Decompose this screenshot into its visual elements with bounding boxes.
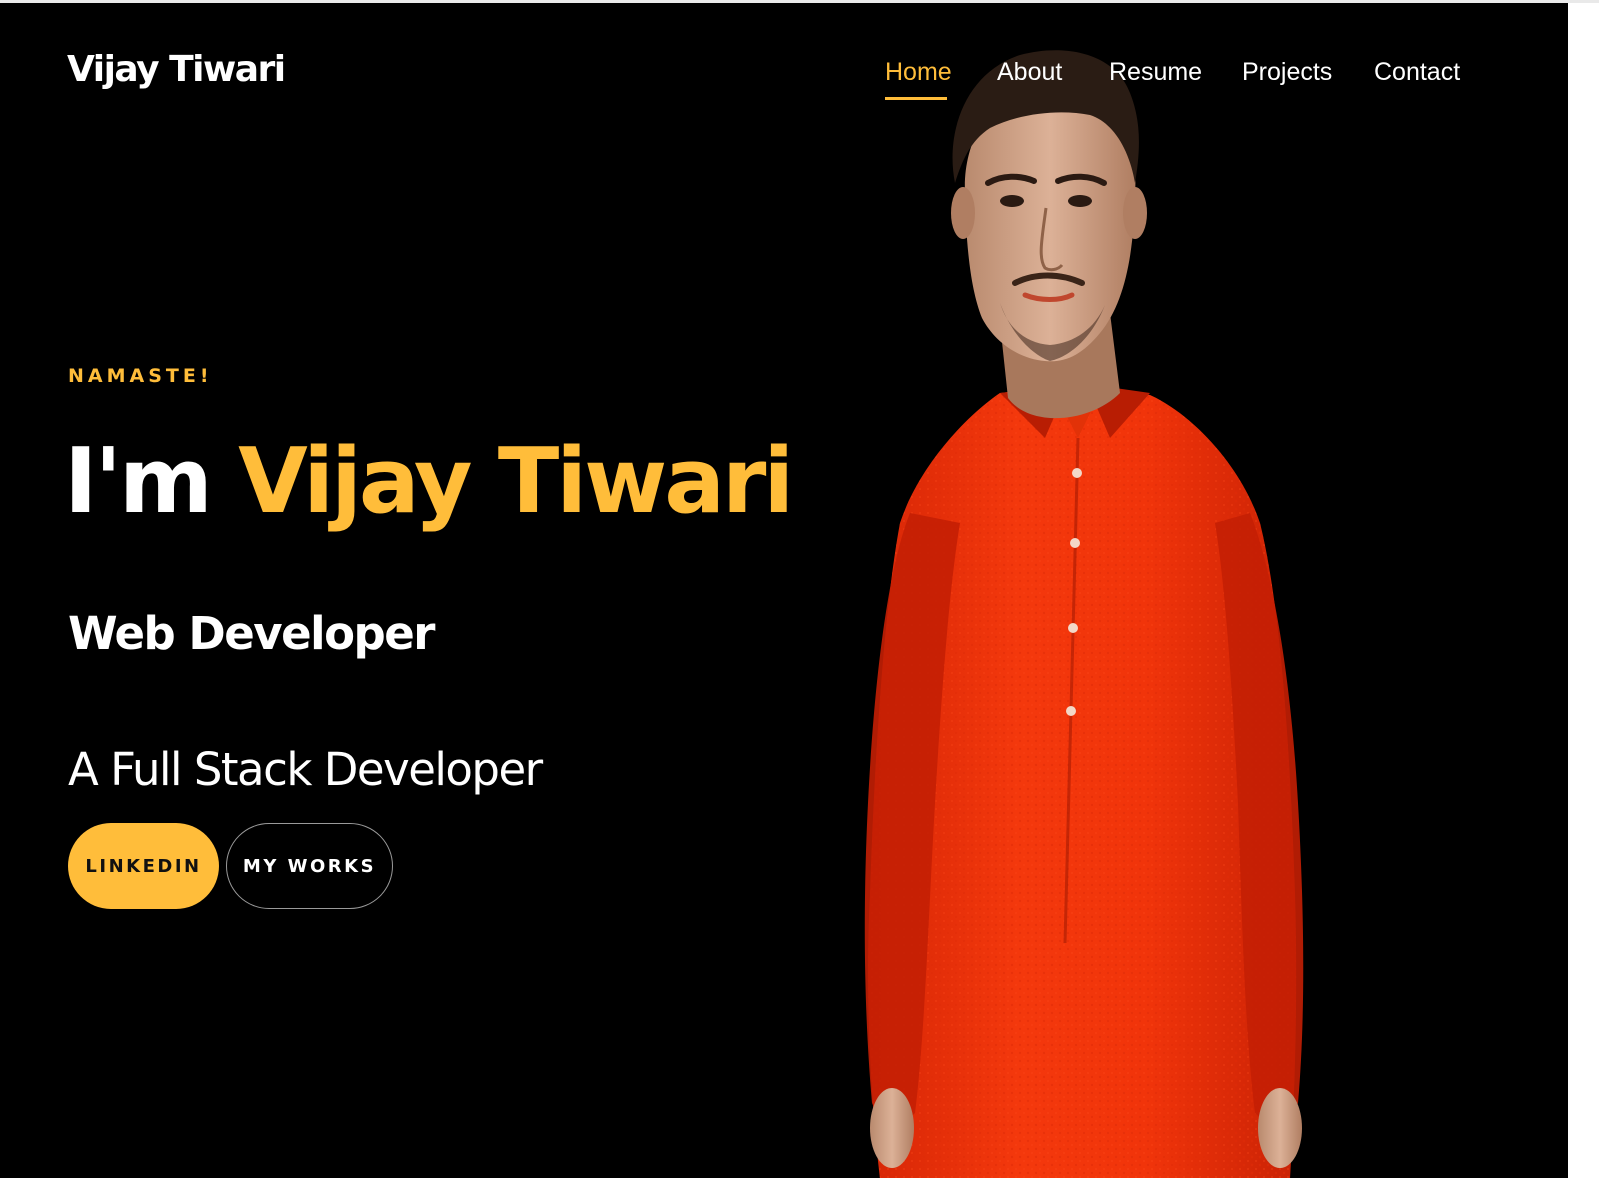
hero-greeting: NAMASTE! (68, 365, 213, 387)
nav-resume[interactable]: Resume (1109, 58, 1202, 87)
my-works-button[interactable]: MY WORKS (226, 823, 393, 909)
hero-tagline: A Full Stack Developer (68, 743, 543, 796)
nav-about[interactable]: About (997, 58, 1062, 87)
nav-home[interactable]: Home (885, 58, 952, 100)
hero-page: Vijay Tiwari Home About Resume Projects … (0, 3, 1568, 1178)
portrait-image (864, 50, 1304, 1178)
viewport-edge-right (1568, 3, 1599, 1200)
headline-prefix: I'm (64, 429, 239, 534)
nav-projects[interactable]: Projects (1242, 58, 1332, 87)
headline-name: Vijay Tiwari (238, 429, 794, 534)
linkedin-button[interactable]: LINKEDIN (68, 823, 219, 909)
viewport-edge-bottom (0, 1178, 1599, 1200)
nav-home-label: Home (885, 58, 952, 86)
hero-headline: I'm Vijay Tiwari (64, 428, 794, 536)
nav-contact[interactable]: Contact (1374, 58, 1460, 87)
nav-active-underline (885, 97, 947, 100)
main-nav: Home About Resume Projects Contact (0, 3, 1568, 123)
hero-role: Web Developer (68, 607, 435, 660)
